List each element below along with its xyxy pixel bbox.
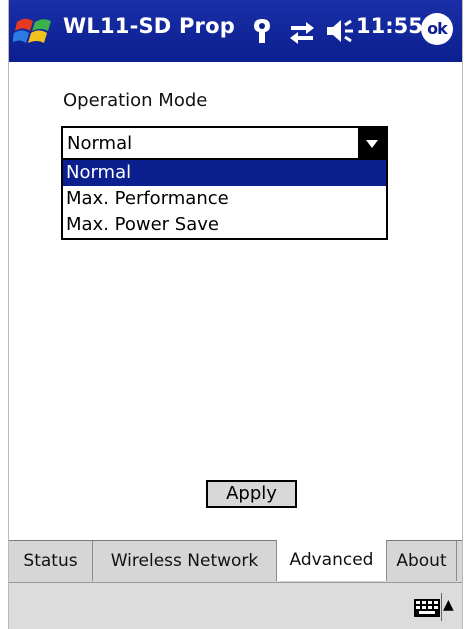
tab-about[interactable]: About [387,541,457,581]
operation-mode-label: Operation Mode [63,90,208,111]
option-max-performance[interactable]: Max. Performance [63,186,386,212]
device-screen: WL11-SD Prop 11:55 ok Operation Mode Nor… [8,0,463,629]
title-bar: WL11-SD Prop 11:55 ok [9,0,462,62]
menu-divider [441,593,442,621]
keyboard-icon[interactable] [414,599,440,617]
menu-bar: ▲ [9,582,462,629]
tab-wireless-network[interactable]: Wireless Network [93,541,277,581]
option-max-power-save[interactable]: Max. Power Save [63,212,386,238]
ok-button[interactable]: ok [421,13,453,45]
antenna-icon[interactable] [251,15,273,45]
connectivity-icon[interactable] [288,18,316,44]
operation-mode-value: Normal [67,133,133,154]
windows-flag-icon[interactable] [13,12,59,50]
window-title: WL11-SD Prop [63,14,235,38]
operation-mode-dropdown: Normal Max. Performance Max. Power Save [61,160,388,240]
option-normal[interactable]: Normal [63,160,386,186]
tab-status[interactable]: Status [9,541,93,581]
input-menu-arrow-icon[interactable]: ▲ [443,597,454,613]
apply-button[interactable]: Apply [206,480,297,508]
tab-bar: Status Wireless Network Advanced About [9,540,462,582]
tab-advanced[interactable]: Advanced [277,540,387,581]
clock[interactable]: 11:55 [356,14,423,38]
operation-mode-select[interactable]: Normal [61,126,388,160]
speaker-icon[interactable] [325,18,355,44]
chevron-down-icon[interactable] [358,128,386,158]
